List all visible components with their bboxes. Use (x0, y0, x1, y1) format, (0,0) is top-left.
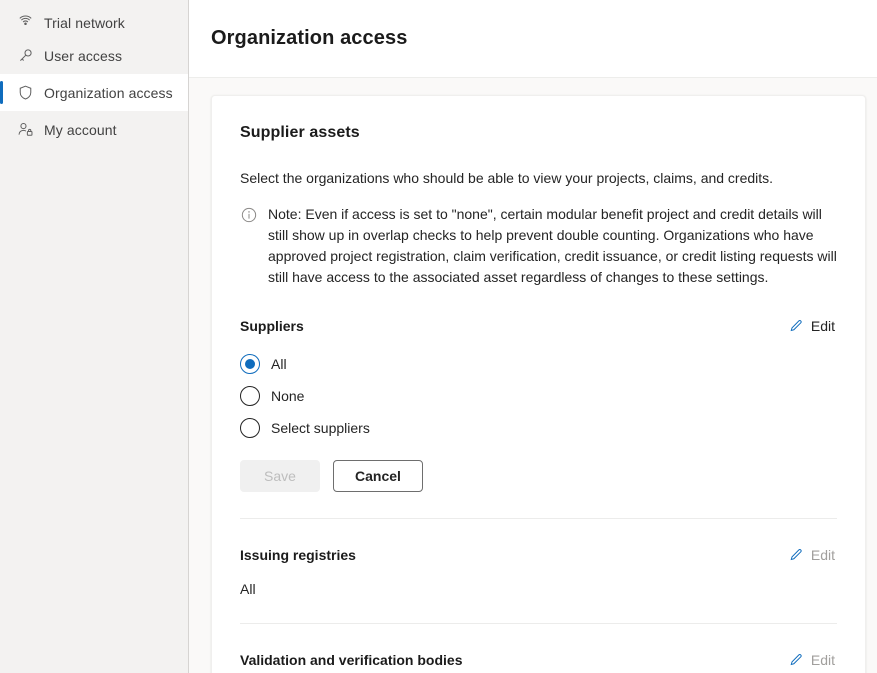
issuing-registries-value: All (240, 581, 256, 597)
issuing-registries-section: Issuing registries Edit All (240, 545, 837, 597)
radar-icon (16, 13, 34, 31)
radio-indicator[interactable] (240, 386, 260, 406)
radio-label: All (271, 356, 287, 372)
pencil-icon (788, 318, 804, 334)
sidebar-item-organization-access[interactable]: Organization access (0, 74, 188, 111)
card-description: Select the organizations who should be a… (240, 170, 774, 186)
person-lock-icon (16, 121, 34, 139)
sidebar: Trial network User access Organization a… (0, 0, 189, 673)
edit-suppliers-button[interactable]: Edit (786, 316, 837, 336)
page-title: Organization access (211, 27, 408, 49)
note-text: Note: Even if access is set to "none", c… (268, 206, 837, 285)
radio-indicator[interactable] (240, 354, 260, 374)
sidebar-item-my-account[interactable]: My account (0, 111, 188, 148)
edit-label: Edit (810, 318, 835, 334)
validation-bodies-title: Validation and verification bodies (240, 652, 463, 668)
supplier-assets-card: Supplier assets Select the organizations… (211, 95, 866, 673)
validation-bodies-header: Validation and verification bodies Edit (240, 650, 837, 670)
radio-option-all[interactable]: All (240, 354, 837, 374)
info-icon (240, 206, 258, 224)
issuing-registries-header: Issuing registries Edit (240, 545, 837, 565)
radio-option-select-suppliers[interactable]: Select suppliers (240, 418, 837, 438)
save-button[interactable]: Save (240, 460, 320, 492)
section-divider (240, 623, 837, 624)
main-region: Organization access Supplier assets Sele… (189, 0, 877, 673)
edit-issuing-registries-button[interactable]: Edit (786, 545, 837, 565)
radio-indicator[interactable] (240, 418, 260, 438)
section-divider (240, 518, 837, 519)
radio-label: None (271, 388, 305, 404)
pencil-icon (788, 547, 804, 563)
note-block: Note: Even if access is set to "none", c… (240, 204, 837, 288)
validation-bodies-section: Validation and verification bodies Edit … (240, 650, 837, 673)
edit-validation-bodies-button[interactable]: Edit (786, 650, 837, 670)
edit-label: Edit (810, 547, 835, 563)
key-icon (16, 47, 34, 65)
sidebar-item-user-access[interactable]: User access (0, 37, 188, 74)
radio-option-none[interactable]: None (240, 386, 837, 406)
radio-label: Select suppliers (271, 420, 370, 436)
sidebar-item-label: My account (44, 121, 117, 138)
suppliers-actions: Save Cancel (240, 460, 837, 492)
pencil-icon (788, 652, 804, 668)
issuing-registries-title: Issuing registries (240, 547, 356, 563)
suppliers-section-header: Suppliers Edit (240, 316, 837, 336)
edit-label: Edit (810, 652, 835, 668)
content-area: Supplier assets Select the organizations… (189, 78, 877, 673)
shield-icon (16, 84, 34, 102)
card-title: Supplier assets (240, 124, 360, 141)
sidebar-item-label: Organization access (44, 84, 173, 101)
sidebar-item-label: User access (44, 47, 123, 64)
cancel-button[interactable]: Cancel (333, 460, 423, 492)
sidebar-item-trial-network[interactable]: Trial network (0, 0, 188, 37)
suppliers-title: Suppliers (240, 318, 304, 334)
app-root: Trial network User access Organization a… (0, 0, 877, 673)
suppliers-radio-group[interactable]: All None Select suppliers (240, 354, 837, 438)
page-header: Organization access (189, 0, 877, 78)
sidebar-item-label: Trial network (44, 15, 125, 31)
